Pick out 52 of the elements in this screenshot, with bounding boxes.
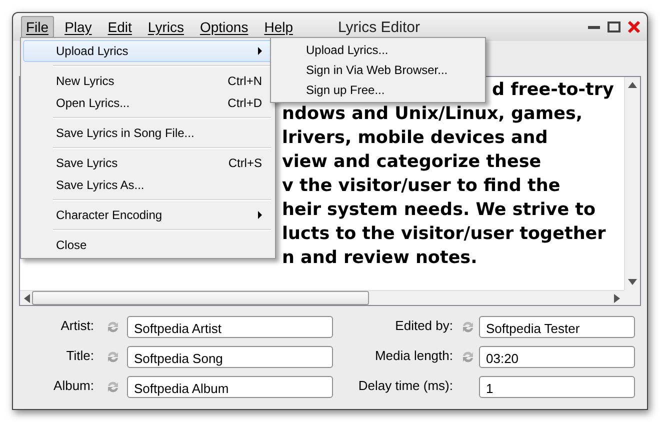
field-label: Delay time (ms): bbox=[358, 378, 454, 392]
menu-item[interactable]: Close bbox=[23, 234, 273, 256]
lyrics-line: view and categorize these bbox=[282, 151, 542, 174]
menu-bar-item[interactable]: Options bbox=[194, 16, 254, 38]
close-icon[interactable] bbox=[627, 20, 641, 34]
lyrics-line: lucts to the visitor/user together bbox=[282, 223, 607, 246]
menu-bar-item[interactable]: Edit bbox=[102, 16, 137, 38]
menu-item[interactable]: Sign up Free... bbox=[273, 80, 483, 100]
menu-bar-item[interactable]: Play bbox=[60, 16, 97, 38]
shortcut-text: Ctrl+S bbox=[228, 156, 262, 170]
field-label: Media length: bbox=[374, 348, 454, 362]
field-label: Edited by: bbox=[395, 318, 454, 332]
menu-bar-item[interactable]: File bbox=[21, 16, 54, 38]
lyrics-line: ndows and Unix/Linux, games, bbox=[282, 103, 584, 126]
text-field[interactable]: Softpedia Album bbox=[127, 376, 333, 398]
lyrics-line: n and review notes. bbox=[282, 247, 478, 270]
text-field[interactable]: Softpedia Tester bbox=[479, 316, 635, 338]
menu-bar-item[interactable]: Help bbox=[259, 16, 298, 38]
text-field[interactable]: Softpedia Song bbox=[127, 346, 333, 368]
horizontal-scrollbar[interactable] bbox=[20, 290, 624, 305]
field-label: Title: bbox=[66, 348, 95, 362]
lyrics-line: d free-to-try bbox=[492, 79, 615, 102]
lyrics-line: v the visitor/user to find the bbox=[282, 175, 562, 198]
menu-bar-item[interactable]: Lyrics bbox=[142, 16, 189, 38]
menu-item[interactable]: Save Lyrics Ctrl+S bbox=[23, 152, 273, 174]
window-title: Lyrics Editor bbox=[338, 18, 421, 36]
scroll-up-arrow-icon[interactable] bbox=[628, 82, 637, 88]
lyrics-line: lrivers, mobile devices and bbox=[282, 127, 549, 150]
menu-item[interactable]: New Lyrics Ctrl+N bbox=[23, 70, 273, 92]
shortcut-text: Ctrl+D bbox=[228, 96, 262, 110]
maximize-icon[interactable] bbox=[607, 20, 621, 34]
menu-item[interactable]: Upload Lyrics... bbox=[273, 40, 483, 60]
menu-item[interactable]: Save Lyrics in Song File... bbox=[23, 122, 273, 144]
field-label: Artist: bbox=[60, 318, 95, 332]
scroll-right-arrow-icon[interactable] bbox=[614, 294, 620, 302]
field-label: Album: bbox=[54, 378, 95, 392]
lyrics-line: heir system needs. We strive to bbox=[282, 199, 597, 222]
text-field[interactable]: 03:20 bbox=[479, 346, 635, 368]
refresh-icon[interactable] bbox=[460, 349, 476, 365]
vertical-scrollbar[interactable] bbox=[624, 77, 640, 290]
menu-item[interactable]: Save Lyrics As... bbox=[23, 174, 273, 196]
refresh-icon[interactable] bbox=[460, 319, 476, 335]
text-field[interactable]: 1 bbox=[479, 376, 635, 398]
menu-item[interactable]: Character Encoding bbox=[23, 204, 273, 226]
scrollbar-thumb[interactable] bbox=[32, 291, 369, 305]
scroll-left-arrow-icon[interactable] bbox=[24, 294, 30, 302]
menu-item[interactable]: Sign in Via Web Browser... bbox=[273, 60, 483, 80]
menu-item[interactable]: Upload Lyrics bbox=[23, 40, 273, 62]
menu-item[interactable]: Open Lyrics... Ctrl+D bbox=[23, 92, 273, 114]
shortcut-text: Ctrl+N bbox=[228, 74, 262, 88]
scroll-down-arrow-icon[interactable] bbox=[628, 279, 637, 285]
text-field[interactable]: Softpedia Artist bbox=[127, 316, 333, 338]
